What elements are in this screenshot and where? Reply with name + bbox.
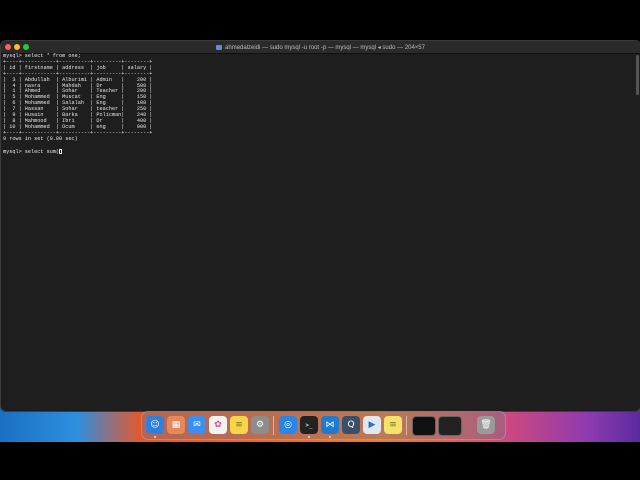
running-indicator [329,436,331,438]
terminal-window-icon-2[interactable] [438,416,462,436]
terminal-window[interactable]: ahmedalzeidi — sudo mysql -u root -p — m… [0,40,640,412]
result-summary: 9 rows in set (0.00 sec) [3,135,78,142]
mail-icon[interactable]: ✉ [188,416,206,434]
window-title: ahmedalzeidi — sudo mysql -u root -p — m… [225,44,425,51]
dock-separator [273,416,274,435]
running-indicator [308,436,310,438]
stickies-icon[interactable]: ≡ [384,416,402,434]
quicktime-icon[interactable]: Q [342,416,360,434]
window-title-group: ahmedalzeidi — sudo mysql -u root -p — m… [1,41,640,53]
terminal-window-icon[interactable] [412,416,436,436]
desktop: ahmedalzeidi — sudo mysql -u root -p — m… [0,0,640,480]
safari-icon[interactable]: ◎ [279,416,297,434]
launchpad-icon[interactable]: ▦ [167,416,185,434]
notes-icon[interactable]: ≡ [230,416,248,434]
folder-icon [216,44,223,50]
command-prompt[interactable]: mysql> select sum( [3,149,59,155]
preview-icon[interactable]: ▶ [363,416,381,434]
trash-icon[interactable]: 🗑 [477,416,495,434]
text-cursor [59,148,63,154]
vscode-icon[interactable]: ⋈ [321,416,339,434]
finder-icon[interactable]: ☺ [146,416,164,434]
title-bar[interactable]: ahmedalzeidi — sudo mysql -u root -p — m… [1,41,640,54]
dock-separator [406,416,407,435]
system-settings-icon[interactable]: ⚙ [251,416,269,434]
scrollbar[interactable] [636,55,639,95]
terminal-output[interactable]: mysql> select * from one; +----+--------… [3,53,634,409]
dock: ☺ ▦ ✉ ✿ ≡ ⚙ ◎ >_ ⋈ Q ▶ ≡ 🗑 [141,411,506,440]
photos-icon[interactable]: ✿ [209,416,227,434]
terminal-icon[interactable]: >_ [300,416,318,434]
running-indicator [154,436,156,438]
